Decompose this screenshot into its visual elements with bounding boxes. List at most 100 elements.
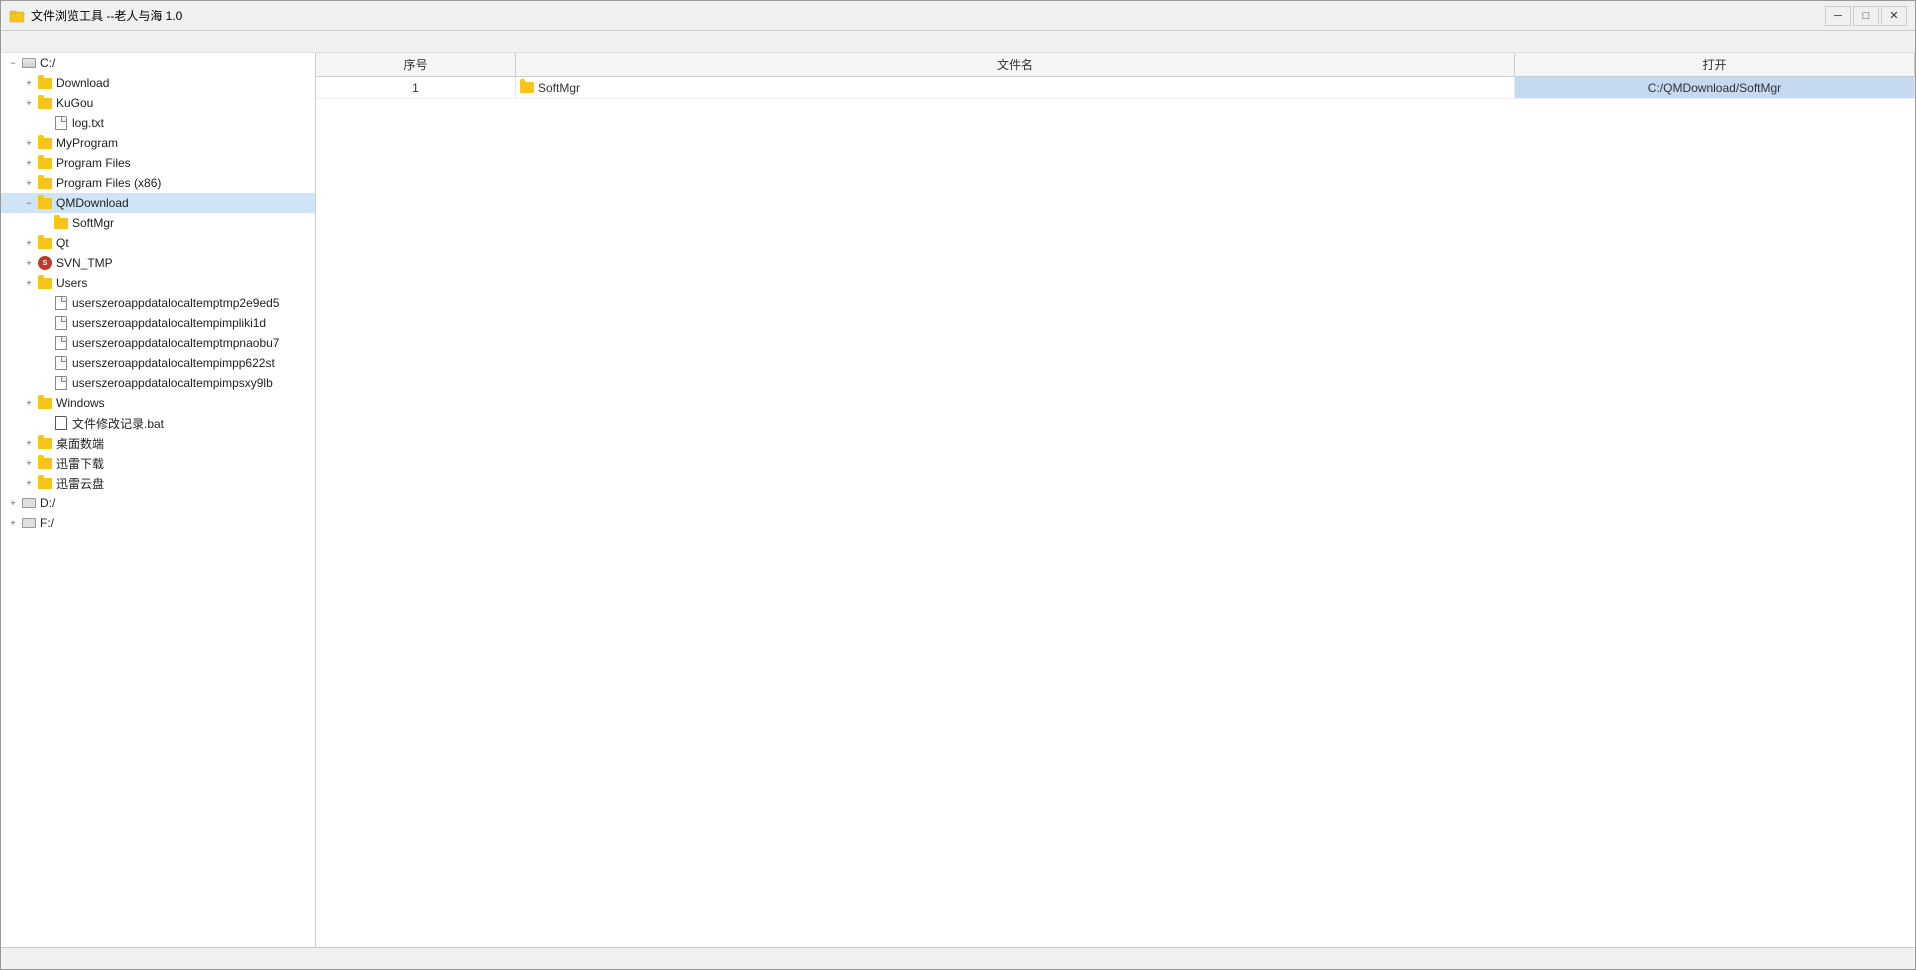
tree-item-users[interactable]: + Users — [1, 273, 315, 293]
toggle-desktop[interactable]: + — [21, 435, 37, 451]
label-kugou: KuGou — [56, 96, 93, 110]
tree-item-f-drive[interactable]: + F:/ — [1, 513, 315, 533]
label-f-drive: F:/ — [40, 516, 54, 530]
toggle-batfile — [37, 415, 53, 431]
tree-item-desktop[interactable]: + 桌面数端 — [1, 433, 315, 453]
label-qmdownload: QMDownload — [56, 196, 129, 210]
tree-item-xunlei-cloud[interactable]: + 迅雷云盘 — [1, 473, 315, 493]
tree-item-svntmp[interactable]: + S SVN_TMP — [1, 253, 315, 273]
maximize-button[interactable]: □ — [1853, 6, 1879, 26]
toggle-userfile5 — [37, 375, 53, 391]
menu-bar — [1, 31, 1915, 53]
file-log-icon — [53, 116, 69, 130]
app-icon — [9, 8, 25, 24]
file-user4-icon — [53, 356, 69, 370]
toggle-f-drive[interactable]: + — [5, 515, 21, 531]
tree-item-userfile2[interactable]: userszeroappdatalocaltempimpliki1d — [1, 313, 315, 333]
tree-item-download[interactable]: + Download — [1, 73, 315, 93]
tree-item-userfile3[interactable]: userszeroappdatalocaltemptmpnaobu7 — [1, 333, 315, 353]
drive-c-icon — [21, 56, 37, 70]
folder-softmgr-icon — [53, 216, 69, 230]
tree-item-qmdownload[interactable]: − QMDownload — [1, 193, 315, 213]
main-window: 文件浏览工具 --老人与海 1.0 ─ □ ✕ − C:/ + — [0, 0, 1916, 970]
tree-item-logtxt[interactable]: log.txt — [1, 113, 315, 133]
toggle-d-drive[interactable]: + — [5, 495, 21, 511]
table-header: 序号 文件名 打开 — [316, 53, 1915, 77]
tree-item-userfile1[interactable]: userszeroappdatalocaltemptmp2e9ed5 — [1, 293, 315, 313]
bat-file-icon — [53, 416, 69, 430]
header-seq: 序号 — [316, 53, 516, 76]
label-userfile3: userszeroappdatalocaltemptmpnaobu7 — [72, 336, 279, 350]
toggle-xunlei-cloud[interactable]: + — [21, 475, 37, 491]
window-controls: ─ □ ✕ — [1825, 6, 1907, 26]
row-folder-icon — [520, 82, 534, 93]
toggle-softmgr — [37, 215, 53, 231]
toggle-userfile1 — [37, 295, 53, 311]
tree-item-programfiles[interactable]: + Program Files — [1, 153, 315, 173]
cell-seq-1: 1 — [316, 77, 516, 98]
tree-item-windows[interactable]: + Windows — [1, 393, 315, 413]
toggle-svntmp[interactable]: + — [21, 255, 37, 271]
file-user2-icon — [53, 316, 69, 330]
tree-item-kugou[interactable]: + KuGou — [1, 93, 315, 113]
toggle-logtxt — [37, 115, 53, 131]
file-tree-panel: − C:/ + Download + — [1, 53, 316, 947]
toggle-download[interactable]: + — [21, 75, 37, 91]
label-d-drive: D:/ — [40, 496, 55, 510]
folder-programfiles-icon — [37, 156, 53, 170]
label-softmgr: SoftMgr — [72, 216, 114, 230]
toggle-userfile2 — [37, 315, 53, 331]
toggle-qt[interactable]: + — [21, 235, 37, 251]
toggle-kugou[interactable]: + — [21, 95, 37, 111]
toggle-programfilesx86[interactable]: + — [21, 175, 37, 191]
folder-programfilesx86-icon — [37, 176, 53, 190]
label-windows: Windows — [56, 396, 105, 410]
label-svntmp: SVN_TMP — [56, 256, 113, 270]
header-name: 文件名 — [516, 53, 1515, 76]
label-desktop: 桌面数端 — [56, 435, 104, 452]
table-row[interactable]: 1 SoftMgr C:/QMDownload/SoftMgr — [316, 77, 1915, 99]
tree-item-xunlei-down[interactable]: + 迅雷下载 — [1, 453, 315, 473]
toggle-userfile4 — [37, 355, 53, 371]
label-xunlei-down: 迅雷下载 — [56, 455, 104, 472]
folder-users-icon — [37, 276, 53, 290]
label-userfile2: userszeroappdatalocaltempimpliki1d — [72, 316, 266, 330]
tree-item-programfilesx86[interactable]: + Program Files (x86) — [1, 173, 315, 193]
tree-item-qt[interactable]: + Qt — [1, 233, 315, 253]
cell-name-label-1: SoftMgr — [538, 81, 580, 95]
status-bar — [1, 947, 1915, 969]
tree-item-d-drive[interactable]: + D:/ — [1, 493, 315, 513]
label-userfile4: userszeroappdatalocaltempimpp622st — [72, 356, 275, 370]
tree-item-softmgr[interactable]: SoftMgr — [1, 213, 315, 233]
toggle-xunlei-down[interactable]: + — [21, 455, 37, 471]
toggle-windows[interactable]: + — [21, 395, 37, 411]
tree-item-batfile[interactable]: 文件修改记录.bat — [1, 413, 315, 433]
toggle-qmdownload[interactable]: − — [21, 195, 37, 211]
label-userfile5: userszeroappdatalocaltempimpsxy9lb — [72, 376, 273, 390]
label-users: Users — [56, 276, 87, 290]
window-title: 文件浏览工具 --老人与海 1.0 — [31, 7, 182, 24]
main-content: − C:/ + Download + — [1, 53, 1915, 947]
label-myprogram: MyProgram — [56, 136, 118, 150]
label-qt: Qt — [56, 236, 69, 250]
label-userfile1: userszeroappdatalocaltemptmp2e9ed5 — [72, 296, 279, 310]
toggle-c-drive[interactable]: − — [5, 55, 21, 71]
toggle-myprogram[interactable]: + — [21, 135, 37, 151]
tree-item-userfile5[interactable]: userszeroappdatalocaltempimpsxy9lb — [1, 373, 315, 393]
folder-desktop-icon — [37, 436, 53, 450]
cell-open-1[interactable]: C:/QMDownload/SoftMgr — [1515, 77, 1915, 98]
minimize-button[interactable]: ─ — [1825, 6, 1851, 26]
folder-kugou-icon — [37, 96, 53, 110]
toggle-users[interactable]: + — [21, 275, 37, 291]
close-button[interactable]: ✕ — [1881, 6, 1907, 26]
tree-item-c-drive[interactable]: − C:/ — [1, 53, 315, 73]
label-programfilesx86: Program Files (x86) — [56, 176, 161, 190]
tree-item-userfile4[interactable]: userszeroappdatalocaltempimpp622st — [1, 353, 315, 373]
label-c-drive: C:/ — [40, 56, 55, 70]
tree-item-myprogram[interactable]: + MyProgram — [1, 133, 315, 153]
label-batfile: 文件修改记录.bat — [72, 415, 164, 432]
drive-d-icon — [21, 496, 37, 510]
svn-icon: S — [37, 256, 53, 270]
table-body: 1 SoftMgr C:/QMDownload/SoftMgr — [316, 77, 1915, 947]
toggle-programfiles[interactable]: + — [21, 155, 37, 171]
